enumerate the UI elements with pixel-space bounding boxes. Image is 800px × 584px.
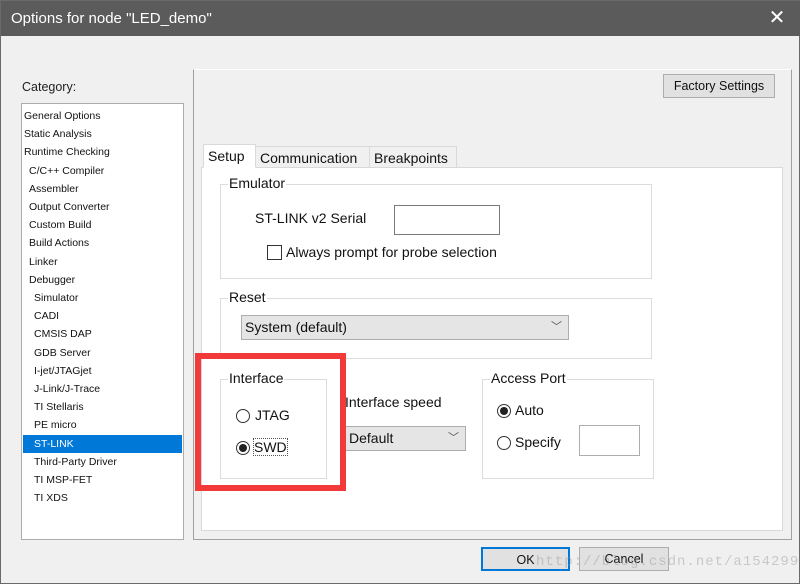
category-item[interactable]: C/C++ Compiler: [23, 162, 182, 180]
watermark: http://blog.csdn.net/a154299: [536, 554, 800, 570]
reset-label: Reset: [228, 289, 267, 305]
window-title: Options for node "LED_demo": [11, 10, 212, 27]
category-list[interactable]: General Options Static Analysis Runtime Ch…: [21, 103, 184, 540]
serial-input[interactable]: [394, 205, 500, 235]
category-label: Category:: [22, 80, 77, 94]
category-item[interactable]: Output Converter: [23, 198, 182, 216]
category-item[interactable]: TI MSP-FET: [23, 471, 182, 489]
category-item[interactable]: Custom Build: [23, 216, 182, 234]
category-item[interactable]: Static Analysis: [23, 125, 182, 143]
highlight-box: [195, 353, 346, 491]
category-item[interactable]: Runtime Checking: [23, 143, 182, 161]
category-item[interactable]: Linker: [23, 253, 182, 271]
access-port-label: Access Port: [490, 370, 567, 386]
category-item[interactable]: ST-LINK: [23, 434, 182, 453]
title-bar: Options for node "LED_demo": [1, 1, 800, 36]
prompt-checkbox[interactable]: [267, 245, 282, 260]
category-item[interactable]: TI XDS: [23, 489, 182, 507]
category-item[interactable]: J-Link/J-Trace: [23, 380, 182, 398]
category-item[interactable]: CADI: [23, 307, 182, 325]
emulator-label: Emulator: [228, 175, 287, 191]
factory-settings-button[interactable]: Factory Settings: [663, 74, 775, 98]
reset-select[interactable]: System (default) ﹀: [241, 315, 569, 340]
tab-setup[interactable]: Setup: [203, 144, 256, 168]
close-icon[interactable]: ✕: [765, 1, 789, 36]
tab-communication[interactable]: Communication: [255, 146, 370, 168]
chevron-down-icon: ﹀: [448, 432, 459, 444]
category-item[interactable]: TI Stellaris: [23, 398, 182, 416]
interface-speed-value: Default: [349, 430, 394, 446]
category-item[interactable]: Simulator: [23, 289, 182, 307]
category-item[interactable]: CMSIS DAP: [23, 325, 182, 343]
category-item[interactable]: GDB Server: [23, 344, 182, 362]
chevron-down-icon: ﹀: [551, 321, 562, 333]
category-item[interactable]: Assembler: [23, 180, 182, 198]
category-item[interactable]: General Options: [23, 107, 182, 125]
prompt-label: Always prompt for probe selection: [286, 244, 497, 260]
specify-radio[interactable]: [497, 436, 511, 450]
auto-radio[interactable]: [497, 404, 511, 418]
auto-label: Auto: [515, 402, 544, 418]
category-item[interactable]: PE micro: [23, 416, 182, 434]
category-item[interactable]: Build Actions: [23, 234, 182, 252]
category-item[interactable]: Debugger: [23, 271, 182, 289]
serial-label: ST-LINK v2 Serial: [255, 210, 367, 226]
reset-value: System (default): [245, 319, 347, 335]
interface-speed-label: Interface speed: [345, 394, 442, 410]
specify-input[interactable]: [579, 425, 640, 456]
tab-breakpoints[interactable]: Breakpoints: [369, 146, 457, 168]
specify-label: Specify: [515, 434, 561, 450]
category-item[interactable]: Third-Party Driver: [23, 453, 182, 471]
category-item[interactable]: I-jet/JTAGjet: [23, 362, 182, 380]
interface-speed-select[interactable]: Default ﹀: [345, 426, 466, 451]
